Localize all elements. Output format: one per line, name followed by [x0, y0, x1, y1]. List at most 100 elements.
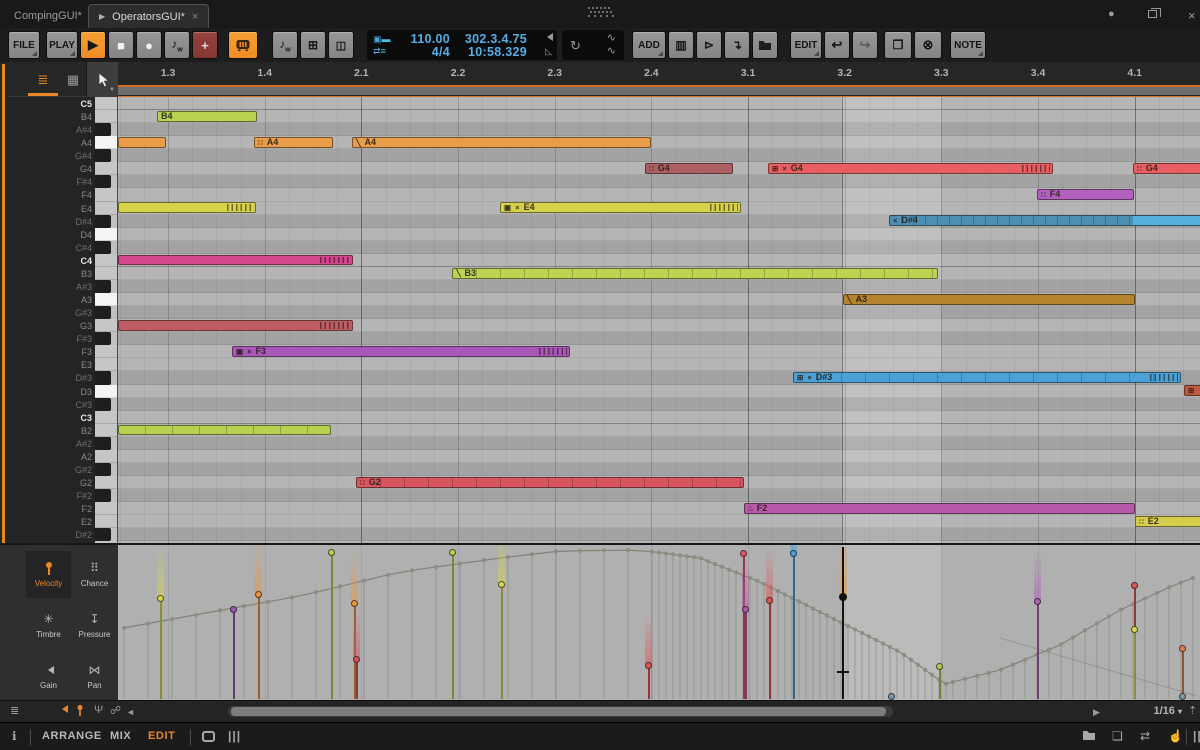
piano-key-C4[interactable]: [95, 254, 118, 267]
velocity-point[interactable]: [1179, 645, 1186, 652]
piano-key-D#4[interactable]: [95, 215, 118, 228]
velocity-stem[interactable]: [356, 659, 358, 699]
velocity-stem[interactable]: [939, 666, 941, 699]
piano-key-C#3[interactable]: [95, 398, 118, 411]
midi-note-D#4[interactable]: ×D#4: [889, 215, 1200, 226]
view-mix[interactable]: MIX: [110, 730, 131, 742]
midi-note-E4[interactable]: ▣ ×E4: [500, 202, 741, 213]
stop-button[interactable]: ■: [108, 31, 134, 59]
midi-note-A4[interactable]: ∷A4: [254, 137, 333, 148]
velocity-point[interactable]: [936, 663, 943, 670]
piano-key-A3[interactable]: [95, 293, 118, 306]
velocity-stem[interactable]: [1134, 629, 1136, 699]
velocity-stem[interactable]: [1182, 648, 1184, 699]
midi-note-G4[interactable]: ⊞ ×G4: [768, 163, 1053, 174]
tab-close-icon[interactable]: ×: [192, 11, 198, 23]
midi-note-G4[interactable]: ∷G4: [1133, 163, 1200, 174]
piano-key-E2[interactable]: [95, 515, 118, 528]
midi-note-C4[interactable]: [118, 255, 353, 266]
piano-key-E3[interactable]: [95, 358, 118, 371]
info-icon[interactable]: ℹ: [12, 729, 17, 743]
midi-note-A4[interactable]: ╲A4: [352, 137, 651, 148]
piano-key-F#3[interactable]: [95, 332, 118, 345]
single-window-icon[interactable]: [202, 731, 215, 745]
playhead-velocity-point[interactable]: [839, 593, 847, 601]
velocity-point[interactable]: [766, 597, 773, 604]
velocity-stem[interactable]: [793, 553, 795, 699]
collapse-left-icon[interactable]: ◄: [126, 707, 135, 717]
piano-key-A#3[interactable]: [95, 280, 118, 293]
piano-key-D4[interactable]: [95, 228, 118, 241]
play-position-value[interactable]: 302.3.4.75: [455, 32, 527, 46]
midi-note-F4[interactable]: ∷F4: [1037, 189, 1134, 200]
automation-follow-button[interactable]: ♪w: [272, 31, 298, 59]
record-button[interactable]: ●: [136, 31, 162, 59]
midi-note-G3[interactable]: [118, 320, 353, 331]
piano-key-F4[interactable]: [95, 188, 118, 201]
grid-play-icon[interactable]: ▶: [1093, 707, 1100, 718]
edit-menu-button[interactable]: EDIT: [790, 31, 822, 59]
velocity-stem[interactable]: [233, 609, 235, 699]
pointer-tool-button[interactable]: ▼: [86, 62, 118, 97]
add-button[interactable]: ADD: [632, 31, 666, 59]
browser-button[interactable]: [752, 31, 778, 59]
browser-panel-icon[interactable]: [1082, 729, 1096, 741]
piano-key-G3[interactable]: [95, 319, 118, 332]
velocity-stem[interactable]: [331, 552, 333, 699]
velocity-stem[interactable]: [745, 609, 747, 699]
play-menu-button[interactable]: PLAY: [46, 31, 78, 59]
velocity-point[interactable]: [1131, 582, 1138, 589]
scrollbar-thumb[interactable]: [231, 707, 886, 716]
piano-key-D#2[interactable]: [95, 528, 118, 541]
horizontal-scrollbar[interactable]: [228, 706, 893, 717]
view-arrange[interactable]: ARRANGE: [42, 730, 102, 742]
close-window-icon[interactable]: ×: [1188, 8, 1196, 23]
loop-toggle-icon[interactable]: ↻: [570, 38, 581, 54]
velocity-stem[interactable]: [1037, 601, 1039, 699]
piano-key-F3[interactable]: [95, 345, 118, 358]
piano-key-F#4[interactable]: [95, 175, 118, 188]
display-shuffle-icon[interactable]: ⇄≡: [373, 46, 386, 57]
midi-note-B2[interactable]: [118, 425, 331, 436]
play-button[interactable]: ▶: [80, 31, 106, 59]
expression-tab-velocity[interactable]: Velocity: [26, 551, 71, 598]
piano-key-C#4[interactable]: [95, 241, 118, 254]
midi-note-B4[interactable]: B4: [157, 111, 257, 122]
columns-icon[interactable]: |||: [228, 729, 241, 743]
timeline-ruler[interactable]: 1.31.42.12.22.32.43.13.23.33.44.1: [118, 62, 1200, 85]
piano-key-A2[interactable]: [95, 450, 118, 463]
audio-engine-icon[interactable]: [543, 33, 553, 43]
midi-note-F2[interactable]: ∴F2: [744, 503, 1135, 514]
midi-note-D#3[interactable]: ⊞ ×D#3: [793, 372, 1181, 383]
velocity-point[interactable]: [1131, 626, 1138, 633]
display-mode-icon[interactable]: ▣▬: [373, 34, 391, 45]
velocity-point[interactable]: [230, 606, 237, 613]
note-lanes-button[interactable]: ≣: [30, 68, 56, 92]
expression-tab-pan[interactable]: ⋈Pan: [72, 653, 117, 700]
delete-button[interactable]: ⊗: [914, 31, 942, 59]
duplicate-button[interactable]: ❐: [884, 31, 912, 59]
file-menu-button[interactable]: FILE: [8, 31, 40, 59]
midi-note-B3[interactable]: ╲B3: [452, 268, 938, 279]
piano-key-C5[interactable]: [95, 97, 118, 110]
piano-key-C3[interactable]: [95, 411, 118, 424]
expression-tab-chance[interactable]: ⠿Chance: [72, 551, 117, 598]
punch-in-button[interactable]: ⊞: [300, 31, 326, 59]
play-time-value[interactable]: 10:58.329: [455, 45, 527, 59]
velocity-stem[interactable]: [769, 600, 771, 699]
tuning-fork-icon[interactable]: Ψ: [94, 704, 103, 716]
groove-wave-icon[interactable]: ∿: [607, 31, 616, 44]
playhead-stem[interactable]: [842, 547, 844, 699]
play-cursor-button[interactable]: ⊳: [696, 31, 722, 59]
piano-key-G2[interactable]: [95, 476, 118, 489]
audition-speaker-icon[interactable]: [58, 704, 68, 716]
piano-key-G#4[interactable]: [95, 149, 118, 162]
follow-playhead-icon[interactable]: ⇡: [1188, 704, 1197, 717]
layers-small-icon[interactable]: ≣: [10, 704, 19, 717]
velocity-point[interactable]: [449, 549, 456, 556]
touch-mode-icon[interactable]: ☝: [1168, 729, 1183, 743]
piano-key-G4[interactable]: [95, 162, 118, 175]
loop-groove-display[interactable]: ↻ ∿ ∿: [562, 30, 624, 60]
piano-key-G#3[interactable]: [95, 306, 118, 319]
velocity-point[interactable]: [255, 591, 262, 598]
